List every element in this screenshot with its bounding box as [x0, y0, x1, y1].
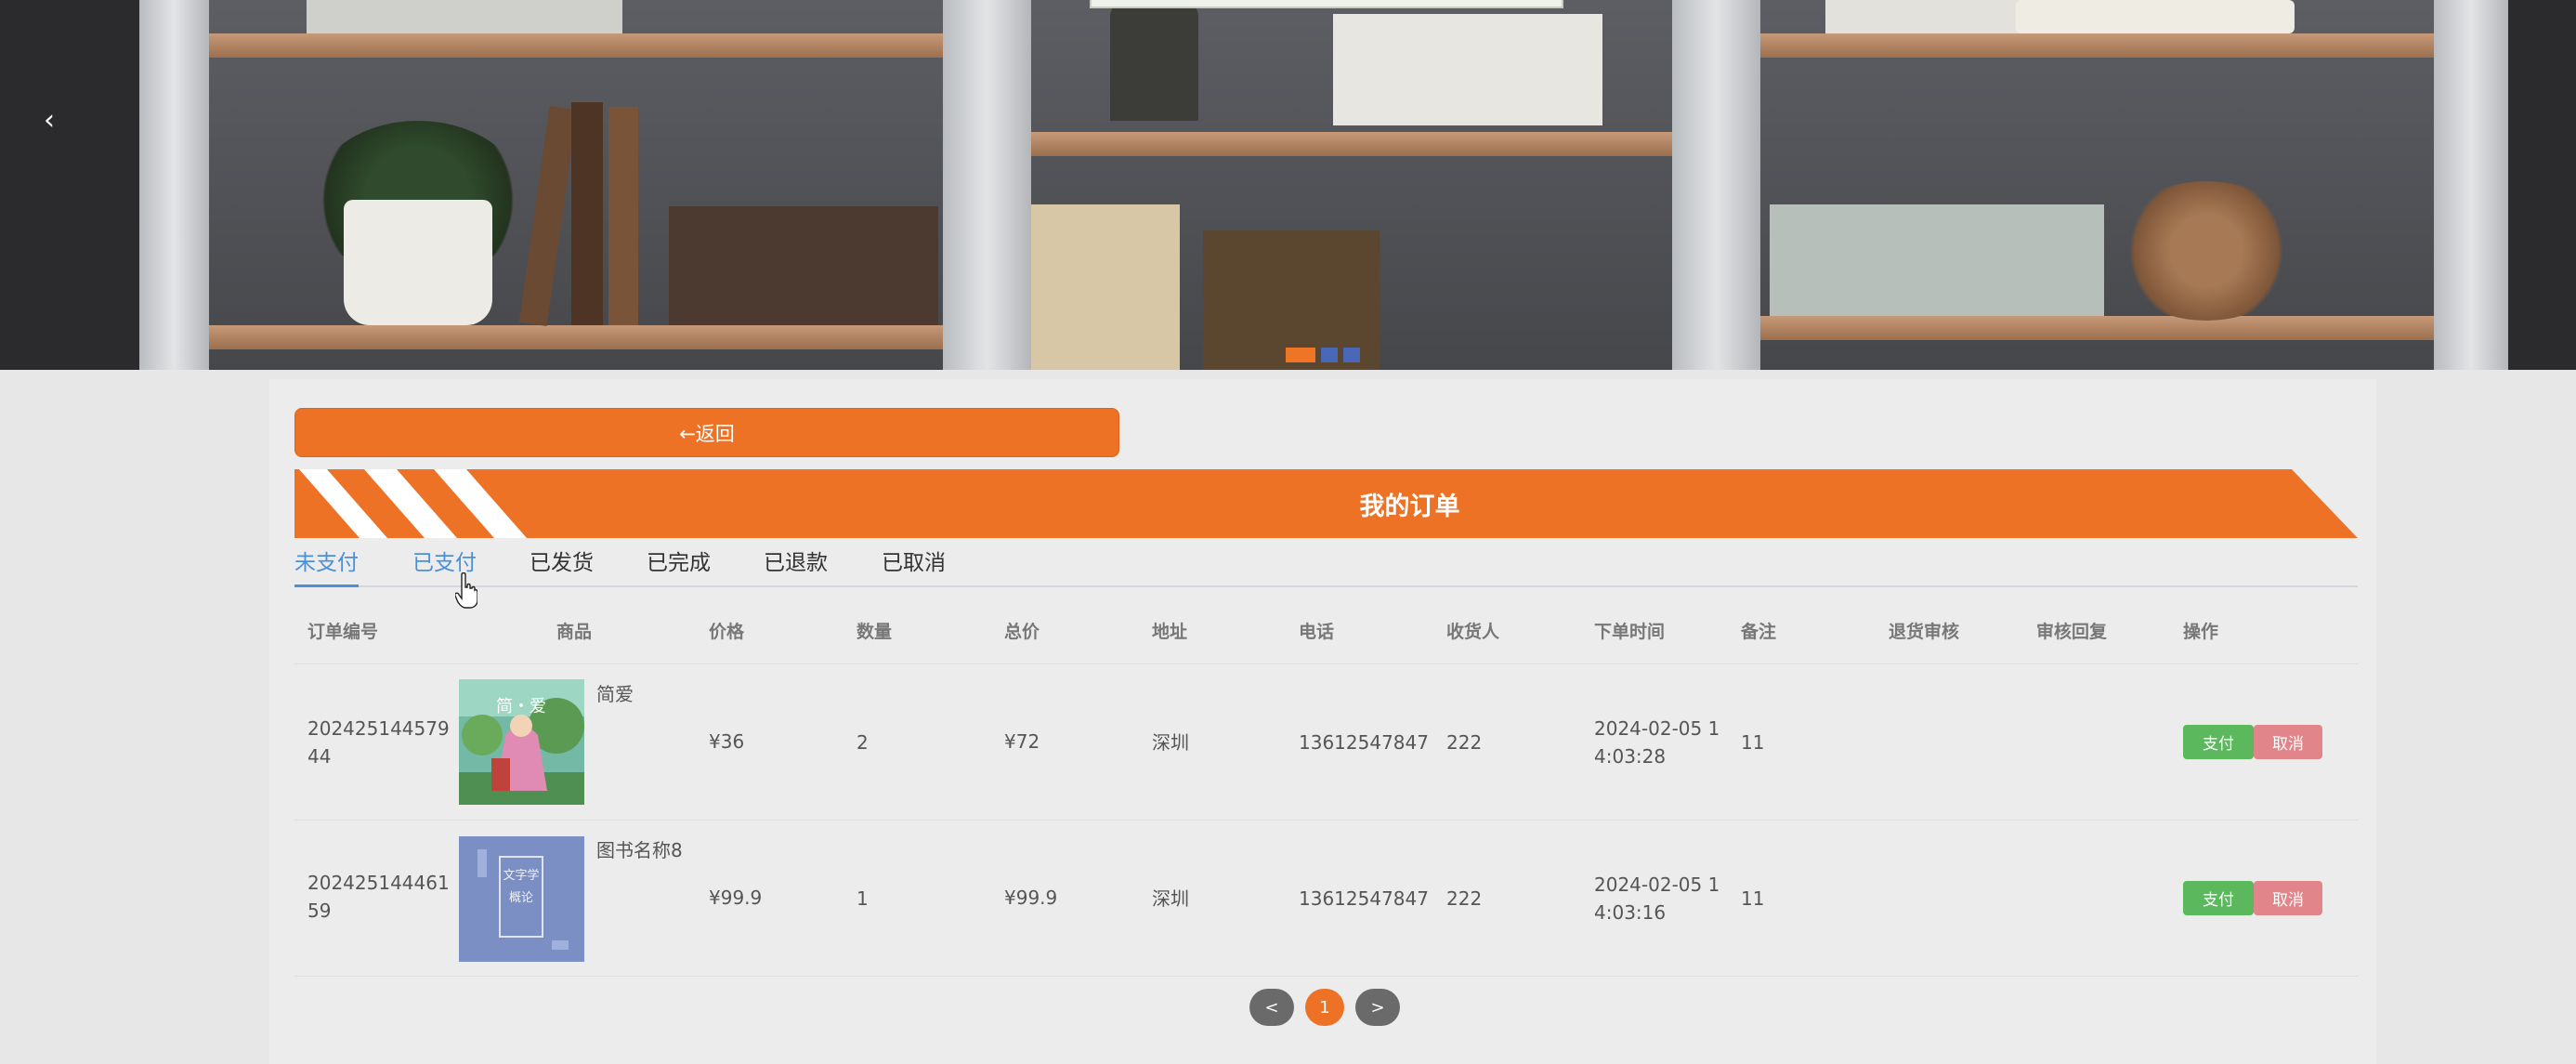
- tab-cancelled[interactable]: 已取消: [882, 546, 946, 587]
- note: 11: [1741, 887, 1765, 910]
- banner-post: [139, 0, 209, 370]
- order-number-line: 44: [307, 745, 332, 768]
- pay-button[interactable]: 支付: [2183, 881, 2254, 915]
- carousel-dot[interactable]: [1286, 348, 1315, 362]
- order-status-tabs: 未支付 已支付 已发货 已完成 已退款 已取消: [294, 546, 2358, 587]
- product-name[interactable]: 图书名称8: [596, 836, 683, 864]
- svg-text:概论: 概论: [509, 891, 533, 905]
- total-price: ¥72: [1004, 730, 1040, 753]
- open-book: [2016, 0, 2295, 33]
- banner-post: [2434, 0, 2508, 370]
- price: ¥99.9: [709, 887, 763, 909]
- book-stack: [307, 0, 622, 33]
- books: [1031, 204, 1180, 370]
- tab-completed[interactable]: 已完成: [647, 546, 711, 587]
- product-image[interactable]: 文字学 概论: [459, 836, 584, 962]
- col-address: 地址: [1152, 622, 1188, 642]
- cancel-button[interactable]: 取消: [2254, 725, 2322, 759]
- phone: 13612547847: [1299, 887, 1429, 910]
- carousel-dot[interactable]: [1321, 348, 1338, 362]
- product-image[interactable]: 简・爱: [459, 679, 584, 805]
- shelf: [1760, 33, 2434, 58]
- receiver: 222: [1446, 887, 1483, 910]
- shelf: [1031, 132, 1672, 156]
- col-review-reply: 审核回复: [2036, 622, 2108, 642]
- page-title: 我的订单: [1359, 492, 1460, 521]
- shelf: [209, 33, 943, 58]
- carousel-dot[interactable]: [1343, 348, 1360, 362]
- col-actions: 操作: [2183, 622, 2219, 642]
- carousel-dots: [1286, 348, 1360, 362]
- order-time-line: 2024-02-05 1: [1594, 717, 1720, 740]
- book: [608, 107, 638, 325]
- col-order-time: 下单时间: [1594, 622, 1666, 642]
- col-product: 商品: [556, 622, 593, 642]
- wooden-box: [669, 206, 938, 325]
- note: 11: [1741, 731, 1765, 754]
- table-row: 202425144579 44 简・爱 简爱 ¥36 2 ¥72 深圳 1361…: [294, 664, 2358, 821]
- phone: 13612547847: [1299, 731, 1429, 754]
- address: 深圳: [1152, 887, 1189, 910]
- book-stack: [1333, 14, 1602, 125]
- table-row: 202425144461 59 文字学 概论 图书名称8 ¥99.9 1 ¥99…: [294, 821, 2358, 977]
- page-number-current[interactable]: 1: [1305, 989, 1344, 1026]
- col-return-review: 退货审核: [1889, 622, 1960, 642]
- col-receiver: 收货人: [1446, 622, 1500, 642]
- next-page-button[interactable]: >: [1355, 989, 1400, 1026]
- binoculars: [1110, 0, 1198, 121]
- total-price: ¥99.9: [1004, 887, 1058, 909]
- book-cover-philology: 文字学 概论: [459, 836, 584, 962]
- order-number: 202425144579 44: [307, 715, 450, 770]
- dried-flowers: [2109, 181, 2304, 321]
- banner-post: [1672, 0, 1760, 370]
- col-total: 总价: [1004, 622, 1040, 642]
- banner-left-shadow: [0, 0, 139, 370]
- book-cover-jane-eyre: 简・爱: [459, 679, 584, 805]
- receiver: 222: [1446, 731, 1483, 754]
- chevron-left-icon[interactable]: ‹: [37, 104, 61, 138]
- quantity: 1: [856, 887, 869, 910]
- order-time-line: 4:03:16: [1594, 901, 1667, 924]
- back-button[interactable]: ←返回: [294, 408, 1119, 457]
- page-title-bar: 我的订单: [294, 469, 2358, 538]
- product-name[interactable]: 简爱: [596, 680, 634, 708]
- col-note: 备注: [1741, 622, 1777, 642]
- picture-frame: [1090, 0, 1563, 8]
- price: ¥36: [709, 730, 745, 753]
- book: [571, 102, 603, 325]
- col-order-no: 订单编号: [307, 622, 379, 642]
- order-time-line: 2024-02-05 1: [1594, 874, 1720, 896]
- tab-shipped[interactable]: 已发货: [530, 546, 594, 587]
- banner-post: [943, 0, 1031, 370]
- tab-refunded[interactable]: 已退款: [764, 546, 828, 587]
- order-number-line: 202425144461: [307, 872, 450, 894]
- address: 深圳: [1152, 731, 1189, 754]
- shelf: [1760, 316, 2434, 340]
- quantity: 2: [856, 731, 869, 754]
- pay-button[interactable]: 支付: [2183, 725, 2254, 759]
- flower-pot: [344, 200, 492, 325]
- order-time-line: 4:03:28: [1594, 745, 1667, 768]
- order-number-line: 202425144579: [307, 717, 450, 740]
- order-time: 2024-02-05 1 4:03:28: [1594, 715, 1720, 770]
- svg-text:文字学: 文字学: [503, 868, 539, 883]
- banner-right-shadow: [2508, 0, 2576, 370]
- book-stack: [1770, 204, 2104, 316]
- prev-page-button[interactable]: <: [1249, 989, 1294, 1026]
- col-price: 价格: [709, 622, 745, 642]
- order-number: 202425144461 59: [307, 869, 450, 925]
- order-time: 2024-02-05 1 4:03:16: [1594, 871, 1720, 926]
- cancel-button[interactable]: 取消: [2254, 881, 2322, 915]
- hero-banner: ‹: [0, 0, 2576, 370]
- order-number-line: 59: [307, 900, 332, 922]
- col-quantity: 数量: [856, 622, 893, 642]
- col-phone: 电话: [1299, 622, 1335, 642]
- tab-unpaid[interactable]: 未支付: [294, 546, 359, 587]
- table-header: 订单编号 商品 价格 数量 总价 地址 电话 收货人 下单时间 备注 退货审核 …: [294, 599, 2358, 664]
- shelf: [209, 325, 943, 349]
- svg-text:简・爱: 简・爱: [496, 697, 546, 716]
